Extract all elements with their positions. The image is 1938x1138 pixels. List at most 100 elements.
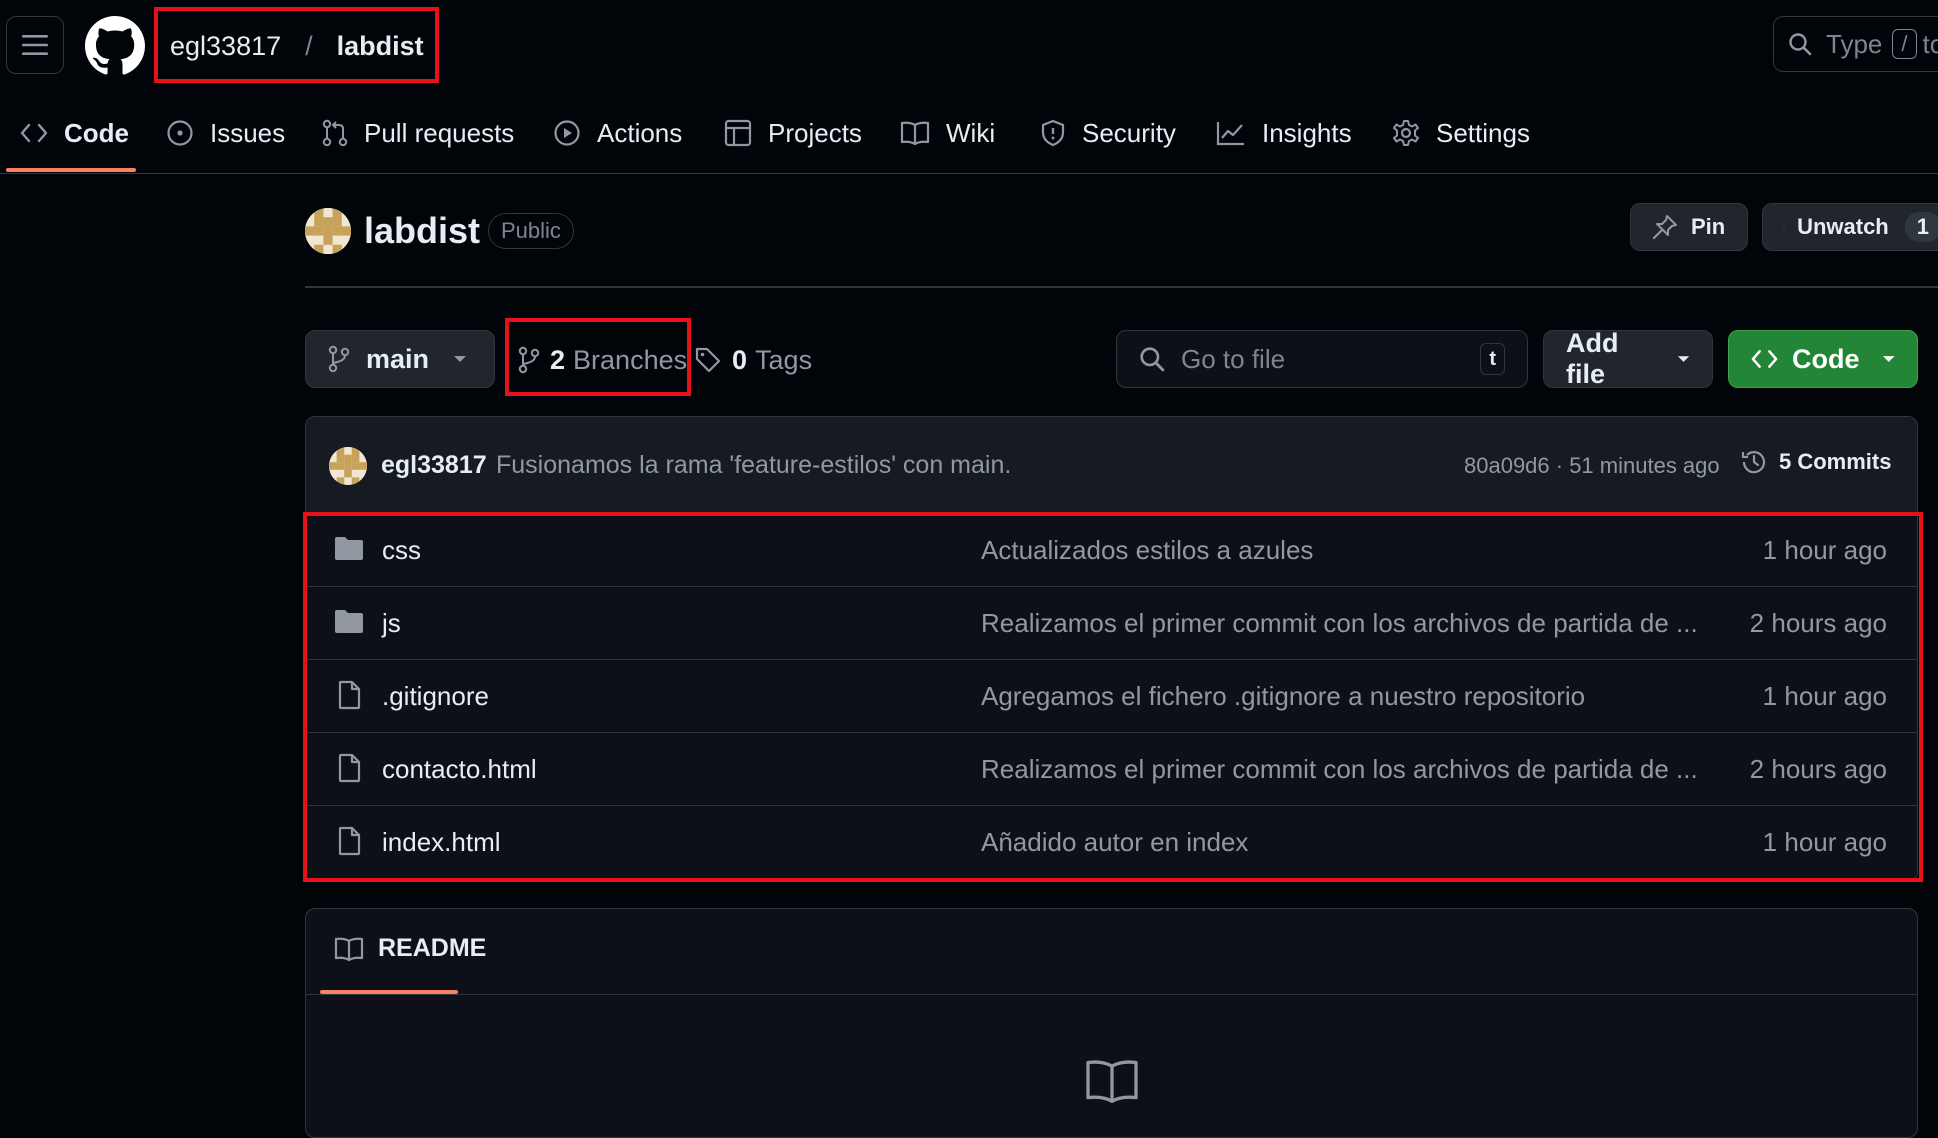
commits-history-link[interactable]: 5 Commits: [1739, 447, 1891, 477]
github-logo-icon[interactable]: [85, 16, 145, 76]
file-commit-time: 2 hours ago: [1750, 754, 1887, 785]
file-row[interactable]: contacto.html Realizamos el primer commi…: [306, 732, 1917, 805]
search-icon: [1139, 346, 1165, 372]
commits-count-label: 5 Commits: [1779, 449, 1891, 475]
repo-nav: Code Issues Pull requests Actions: [0, 92, 1938, 174]
repo-title[interactable]: labdist: [364, 210, 480, 252]
top-header: egl33817 / labdist Type / to: [0, 0, 1938, 92]
file-commit-message-link[interactable]: Añadido autor en index: [981, 827, 1248, 858]
search-icon: [1788, 32, 1812, 56]
tab-issues[interactable]: Issues: [166, 92, 285, 174]
file-commit-time: 1 hour ago: [1763, 827, 1887, 858]
tab-security-label: Security: [1082, 118, 1176, 149]
global-search-input[interactable]: Type / to: [1773, 16, 1938, 72]
readme-tab[interactable]: README: [334, 934, 486, 963]
file-commit-time: 2 hours ago: [1750, 608, 1887, 639]
branch-icon: [328, 345, 350, 373]
commit-author-link[interactable]: egl33817: [381, 451, 487, 480]
branch-selector-button[interactable]: main: [305, 330, 495, 388]
latest-commit-bar: egl33817 Fusionamos la rama 'feature-est…: [306, 417, 1917, 513]
tab-pull-requests-label: Pull requests: [364, 118, 514, 149]
search-shortcut-key: /: [1892, 29, 1916, 59]
watch-count: 1: [1905, 212, 1938, 242]
table-icon: [724, 119, 752, 147]
tab-insights-label: Insights: [1262, 118, 1352, 149]
pin-icon: [1651, 213, 1679, 241]
tags-link[interactable]: 0 Tags: [694, 340, 812, 380]
file-icon: [334, 753, 364, 783]
code-button-label: Code: [1792, 344, 1860, 375]
file-row[interactable]: index.html Añadido autor en index 1 hour…: [306, 805, 1917, 878]
tab-pull-requests[interactable]: Pull requests: [322, 92, 514, 174]
file-commit-message-link[interactable]: Realizamos el primer commit con los arch…: [981, 608, 1698, 639]
commit-message-link[interactable]: Fusionamos la rama 'feature-estilos' con…: [496, 451, 1011, 480]
pin-button[interactable]: Pin: [1630, 203, 1748, 251]
tags-label: Tags: [755, 345, 812, 376]
tab-settings[interactable]: Settings: [1392, 92, 1530, 174]
issue-icon: [166, 119, 194, 147]
file-name-link[interactable]: js: [382, 608, 401, 639]
code-dropdown-button[interactable]: Code: [1728, 330, 1918, 388]
tab-insights[interactable]: Insights: [1216, 92, 1352, 174]
file-commit-message-link[interactable]: Actualizados estilos a azules: [981, 535, 1313, 566]
tab-code-label: Code: [64, 118, 129, 149]
file-commit-time: 1 hour ago: [1763, 681, 1887, 712]
file-row[interactable]: js Realizamos el primer commit con los a…: [306, 586, 1917, 659]
hamburger-icon: [22, 34, 48, 56]
caret-down-icon: [453, 354, 467, 364]
file-icon: [334, 680, 364, 710]
folder-icon: [334, 534, 364, 562]
commit-author-avatar[interactable]: [329, 447, 367, 485]
breadcrumb-highlight-box: [154, 7, 439, 83]
file-name-link[interactable]: css: [382, 535, 421, 566]
repo-owner-avatar[interactable]: [305, 208, 351, 254]
readme-tab-indicator: [320, 990, 458, 994]
search-placeholder: Type: [1826, 29, 1882, 60]
code-icon: [1751, 348, 1778, 370]
unwatch-label: Unwatch: [1797, 214, 1889, 240]
branches-highlight-box: [505, 318, 691, 396]
header-divider: [305, 286, 1938, 288]
tab-security[interactable]: Security: [1040, 92, 1176, 174]
file-row[interactable]: .gitignore Agregamos el fichero .gitigno…: [306, 659, 1917, 732]
go-to-file-shortcut: t: [1480, 343, 1505, 375]
tab-code[interactable]: Code: [20, 92, 129, 174]
visibility-badge: Public: [488, 213, 574, 249]
active-tab-indicator: [6, 168, 136, 172]
menu-button[interactable]: [6, 16, 64, 74]
tab-actions[interactable]: Actions: [553, 92, 682, 174]
readme-panel: README: [305, 908, 1918, 1138]
tab-issues-label: Issues: [210, 118, 285, 149]
branch-name: main: [366, 344, 429, 375]
commit-sha-time[interactable]: 80a09d6 · 51 minutes ago: [1464, 453, 1720, 479]
search-placeholder-trailing: to: [1923, 29, 1938, 60]
readme-header: README: [306, 909, 1917, 995]
book-icon: [334, 936, 364, 962]
caret-down-icon: [1882, 354, 1896, 364]
file-commit-message-link[interactable]: Agregamos el fichero .gitignore a nuestr…: [981, 681, 1585, 712]
file-name-link[interactable]: .gitignore: [382, 681, 489, 712]
pin-label: Pin: [1691, 214, 1725, 240]
book-icon: [1082, 1057, 1142, 1105]
file-commit-message-link[interactable]: Realizamos el primer commit con los arch…: [981, 754, 1698, 785]
go-to-file-input[interactable]: Go to file t: [1116, 330, 1528, 388]
shield-icon: [1040, 119, 1066, 147]
unwatch-button[interactable]: Unwatch 1: [1762, 203, 1938, 251]
add-file-button[interactable]: Add file: [1543, 330, 1713, 388]
tab-projects[interactable]: Projects: [724, 92, 862, 174]
play-icon: [553, 119, 581, 147]
file-name-link[interactable]: contacto.html: [382, 754, 537, 785]
file-name-link[interactable]: index.html: [382, 827, 501, 858]
gear-icon: [1392, 119, 1420, 147]
pull-request-icon: [322, 119, 348, 147]
go-to-file-placeholder: Go to file: [1181, 344, 1480, 375]
tab-wiki-label: Wiki: [946, 118, 995, 149]
tags-count: 0: [732, 345, 747, 376]
tab-wiki[interactable]: Wiki: [900, 92, 995, 174]
tab-actions-label: Actions: [597, 118, 682, 149]
history-icon: [1739, 447, 1769, 477]
readme-tab-label: README: [378, 934, 486, 963]
book-icon: [900, 120, 930, 146]
folder-icon: [334, 607, 364, 635]
file-row[interactable]: css Actualizados estilos a azules 1 hour…: [306, 513, 1917, 586]
